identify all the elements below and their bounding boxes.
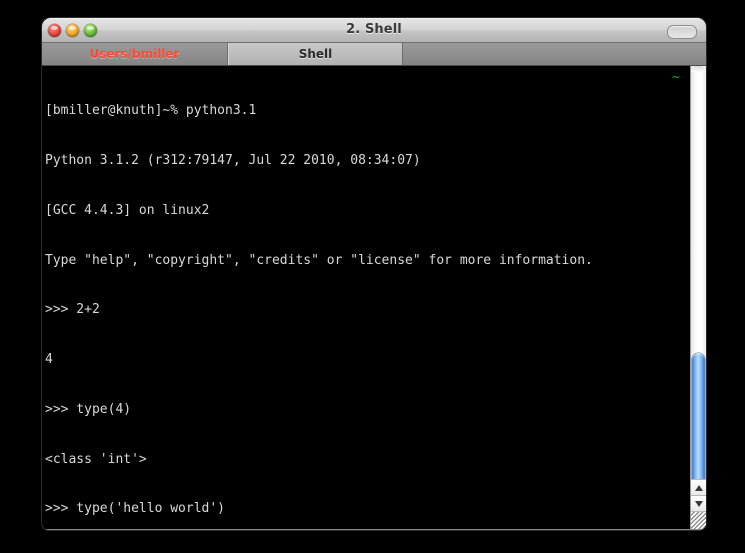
vertical-scrollbar[interactable] [690, 66, 706, 529]
terminal-line: 4 [45, 352, 53, 368]
triangle-down-icon [694, 501, 703, 507]
scrollbar-track[interactable] [691, 66, 706, 72]
desktop-background: 2. Shell Users/bmiller Shell [bmiller@kn… [0, 0, 745, 553]
terminal-line: <class 'int'> [45, 451, 147, 467]
scroll-down-arrow-icon[interactable] [691, 495, 706, 512]
window-title: 2. Shell [346, 22, 402, 37]
tab-label: Users/bmiller [89, 47, 180, 61]
tab-bar: Users/bmiller Shell [42, 43, 706, 66]
terminal-line: Python 3.1.2 (r312:79147, Jul 22 2010, 0… [45, 152, 421, 168]
triangle-up-icon [694, 485, 703, 491]
terminal-window: 2. Shell Users/bmiller Shell [bmiller@kn… [42, 18, 706, 530]
toolbar-toggle-button[interactable] [667, 25, 697, 39]
tab-shell[interactable]: Shell [228, 43, 403, 65]
terminal-line: >>> 2+2 [45, 302, 100, 318]
terminal-tilde-marker: ~ [672, 70, 680, 85]
window-titlebar[interactable]: 2. Shell [42, 18, 706, 43]
tab-users-bmiller[interactable]: Users/bmiller [42, 43, 228, 65]
terminal-view[interactable]: [bmiller@knuth]~% python3.1 Python 3.1.2… [42, 66, 706, 529]
tab-bar-filler [403, 43, 706, 65]
window-resize-grip[interactable] [691, 511, 706, 529]
terminal-line: [bmiller@knuth]~% python3.1 [45, 103, 257, 119]
scroll-up-arrow-icon[interactable] [691, 479, 706, 496]
terminal-line: >>> type('hello world') [45, 501, 226, 517]
tab-label: Shell [298, 47, 333, 61]
terminal-line: [GCC 4.4.3] on linux2 [45, 202, 210, 218]
terminal-line: Type "help", "copyright", "credits" or "… [45, 252, 593, 268]
terminal-output: [bmiller@knuth]~% python3.1 Python 3.1.2… [45, 70, 684, 529]
terminal-line: >>> type(4) [45, 401, 132, 417]
